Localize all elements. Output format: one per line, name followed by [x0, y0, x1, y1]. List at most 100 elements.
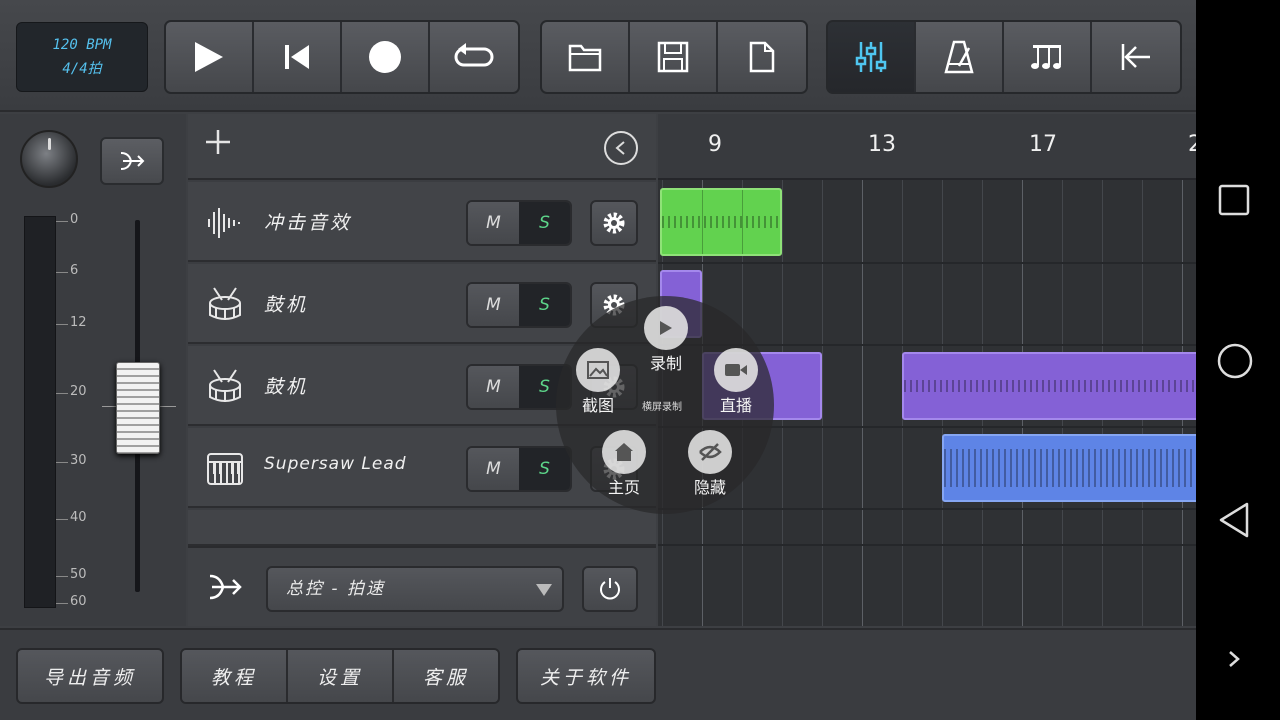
home-action[interactable]: 主页	[602, 430, 646, 498]
solo-button[interactable]: S	[519, 202, 570, 244]
mute-button[interactable]: M	[468, 366, 519, 408]
mute-solo: M S	[466, 200, 572, 246]
master-selector[interactable]: 总控 - 拍速	[266, 566, 564, 612]
new-file-button[interactable]	[718, 22, 806, 92]
new-file-icon	[749, 41, 775, 73]
file-group	[540, 20, 808, 94]
mute-solo: M S	[466, 446, 572, 492]
chevron-left-icon	[615, 141, 625, 155]
skip-back-button[interactable]	[254, 22, 342, 92]
bottom-bar: 导出音频 教程 设置 客服 关于软件	[0, 628, 1196, 720]
gear-icon	[603, 212, 625, 234]
track-name: Supersaw Lead	[264, 454, 407, 474]
clip-segment	[702, 190, 703, 254]
loop-button[interactable]	[430, 22, 518, 92]
bpm-value: 120 BPM	[52, 37, 112, 53]
return-to-start-button[interactable]	[1092, 22, 1180, 92]
tutorial-button[interactable]: 教程	[182, 650, 288, 702]
pan-knob[interactable]	[20, 130, 78, 188]
mute-button[interactable]: M	[468, 448, 519, 490]
routing-button[interactable]	[100, 137, 164, 185]
solo-button[interactable]: S	[519, 284, 570, 326]
hide-action[interactable]: 隐藏	[688, 430, 732, 498]
db-scale: 0 6 12 20 30 40 50 60	[56, 212, 106, 609]
recents-icon[interactable]	[1218, 184, 1250, 216]
folder-icon	[568, 44, 602, 72]
track-row-partial[interactable]	[188, 510, 656, 546]
bar-number: 9	[708, 132, 722, 157]
home-label: 主页	[607, 478, 640, 497]
notes-button[interactable]	[1004, 22, 1092, 92]
android-nav-bar	[1196, 0, 1280, 720]
hide-label: 隐藏	[693, 478, 726, 497]
lane-divider	[658, 262, 1196, 264]
piano-icon	[207, 453, 243, 485]
time-signature: 4/4拍	[62, 61, 102, 77]
bar-number: 13	[868, 132, 896, 157]
notes-icon	[1031, 45, 1061, 69]
metronome-icon	[944, 40, 974, 74]
support-button[interactable]: 客服	[394, 650, 498, 702]
transport-group	[164, 20, 520, 94]
clip-notes	[944, 448, 1196, 488]
settings-button[interactable]: 设置	[288, 650, 394, 702]
skip-back-icon	[285, 45, 309, 69]
level-meter	[24, 216, 56, 608]
db-label: 50	[70, 567, 87, 582]
audio-clip[interactable]	[660, 188, 782, 256]
clip-notes	[904, 379, 1196, 393]
export-audio-button[interactable]: 导出音频	[16, 648, 164, 704]
pattern-clip[interactable]	[902, 352, 1196, 420]
solo-button[interactable]: S	[519, 448, 570, 490]
collapse-button[interactable]	[604, 131, 638, 165]
db-label: 60	[70, 594, 87, 609]
routing-icon	[120, 152, 145, 170]
bar-number: 17	[1029, 132, 1057, 157]
db-label: 20	[70, 384, 87, 399]
screen-record-label: 横屏录制	[642, 402, 682, 413]
midi-clip[interactable]	[942, 434, 1196, 502]
mute-button[interactable]: M	[468, 284, 519, 326]
mute-button[interactable]: M	[468, 202, 519, 244]
track-name: 冲击音效	[264, 212, 353, 234]
daw-app: 120 BPM 4/4拍 0 6 12 20 30 40 50 60 冲击音效 …	[0, 0, 1196, 720]
clip-segment	[742, 190, 743, 254]
metronome-button[interactable]	[916, 22, 1004, 92]
mixer-button[interactable]	[828, 22, 916, 92]
db-label: 40	[70, 510, 87, 525]
video-camera-icon	[714, 348, 758, 392]
return-to-start-icon	[1121, 44, 1150, 70]
drum-icon	[209, 287, 241, 320]
db-label: 12	[70, 315, 87, 330]
view-group	[826, 20, 1182, 94]
lane-divider	[658, 544, 1196, 546]
power-button[interactable]	[582, 566, 638, 612]
grid-line	[862, 180, 863, 626]
record-button[interactable]	[342, 22, 430, 92]
add-track-button[interactable]	[204, 128, 232, 162]
track-list-header	[188, 114, 656, 180]
lane-divider	[658, 508, 1196, 510]
image-icon	[576, 348, 620, 392]
clip-waveform	[662, 215, 780, 229]
track-name: 鼓机	[264, 376, 309, 398]
top-toolbar: 120 BPM 4/4拍	[0, 0, 1196, 112]
tempo-display[interactable]: 120 BPM 4/4拍	[16, 22, 148, 92]
back-icon[interactable]	[1218, 502, 1250, 538]
save-button[interactable]	[630, 22, 718, 92]
home-nav-icon[interactable]	[1216, 342, 1254, 380]
live-action[interactable]: 直播	[714, 348, 758, 416]
mixer-sliders-icon	[855, 42, 887, 72]
track-row[interactable]: 冲击音效 M S	[188, 182, 656, 262]
timeline-ruler[interactable]: 9 13 17 2	[658, 114, 1196, 180]
record-icon	[369, 41, 401, 73]
record-action[interactable]: 录制	[644, 306, 688, 374]
screenshot-action[interactable]: 截图	[576, 348, 620, 416]
play-button[interactable]	[166, 22, 254, 92]
open-button[interactable]	[542, 22, 630, 92]
chevron-right-icon[interactable]	[1228, 650, 1240, 668]
mute-solo: M S	[466, 282, 572, 328]
track-settings-button[interactable]	[590, 200, 638, 246]
about-button[interactable]: 关于软件	[516, 648, 656, 704]
volume-fader[interactable]	[116, 362, 160, 454]
